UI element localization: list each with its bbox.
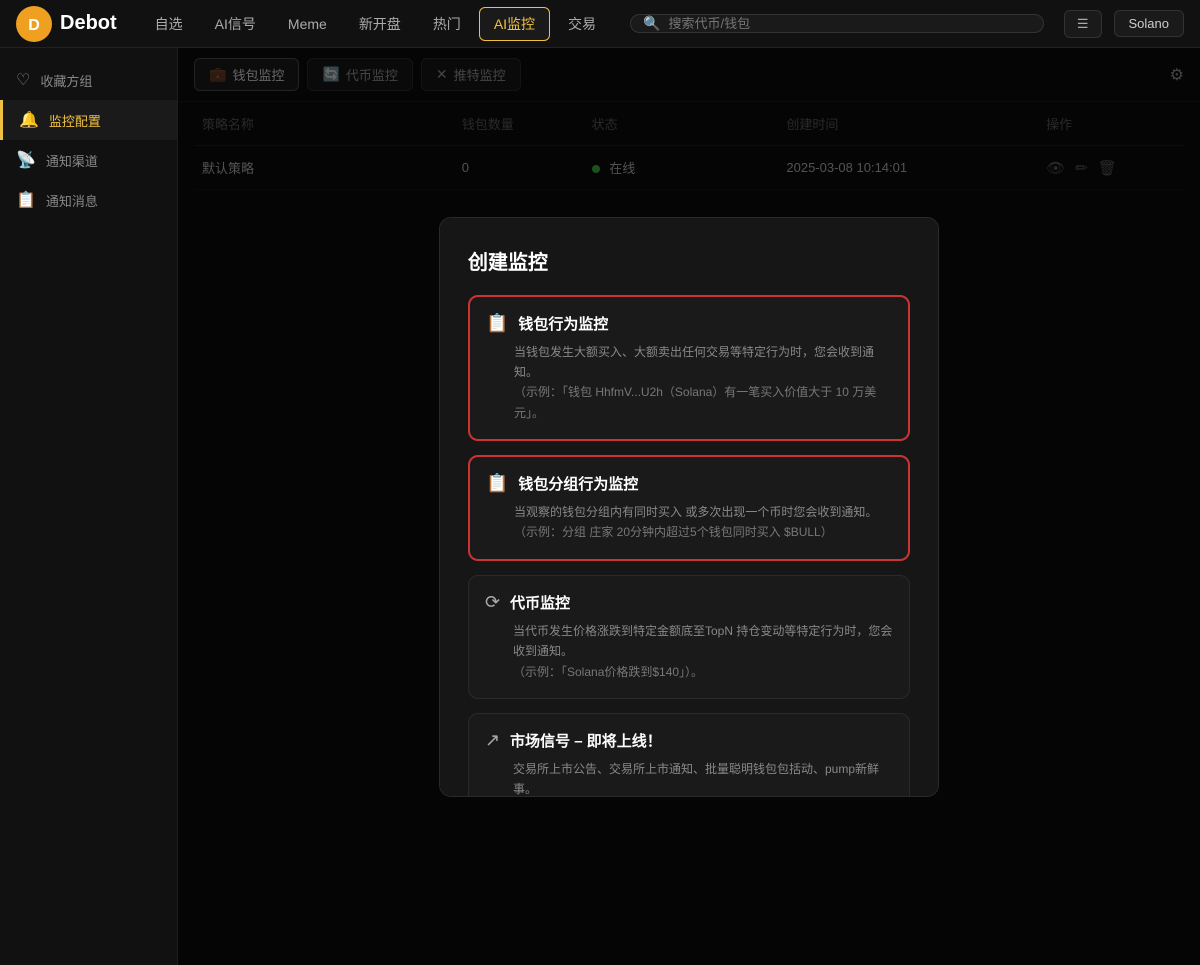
nav-remen[interactable]: 热门 — [419, 8, 475, 40]
message-icon: 📋 — [16, 190, 36, 210]
nav-xinkaipan[interactable]: 新开盘 — [345, 8, 415, 40]
search-input[interactable] — [668, 16, 1030, 31]
sidebar-label-tongzhixiaoxi: 通知消息 — [46, 191, 98, 210]
card-icon-3: ⟳ — [485, 592, 500, 613]
content: 💼 钱包监控 🔄 代币监控 ✕ 推特监控 ⚙ 策略名称 钱包数量 状态 创建时间… — [178, 48, 1200, 965]
sidebar-item-tongzhixiaoxi[interactable]: 📋 通知消息 — [0, 180, 177, 220]
topnav: D Debot 自选 AI信号 Meme 新开盘 热门 AI监控 交易 🔍 ☰ … — [0, 0, 1200, 48]
card-desc-4: 交易所上市公告、交易所上市通知、批量聪明钱包包括动、pump新鲜事。 — [485, 759, 893, 796]
card-title-3: 代币监控 — [510, 592, 570, 613]
card-daibi[interactable]: ⟳ 代币监控 当代币发生价格涨跌到特定金额底至TopN 持仓变动等特定行为时，您… — [468, 575, 910, 699]
card-icon-4: ↗ — [485, 730, 500, 751]
search-icon: 🔍 — [643, 15, 660, 32]
sidebar-label-tongzhi: 通知渠道 — [46, 151, 98, 170]
nav-jiaoy[interactable]: 交易 — [554, 8, 610, 40]
sidebar: ♡ 收藏方组 🔔 监控配置 📡 通知渠道 📋 通知消息 — [0, 48, 178, 965]
nav-aijiankong[interactable]: AI监控 — [479, 7, 550, 41]
modal-overlay: 创建监控 📋 钱包行为监控 当钱包发生大额买入、大额卖出任何交易等特定行为时，您… — [178, 48, 1200, 965]
topnav-right: ☰ Solano — [1064, 10, 1184, 38]
card-title-1: 钱包行为监控 — [518, 313, 608, 334]
card-qianbao-xingwei[interactable]: 📋 钱包行为监控 当钱包发生大额买入、大额卖出任何交易等特定行为时，您会收到通知… — [468, 295, 910, 442]
bell-icon: 🔔 — [19, 110, 39, 130]
sidebar-item-tongzhi[interactable]: 📡 通知渠道 — [0, 140, 177, 180]
card-desc-1: 当钱包发生大额买入、大额卖出任何交易等特定行为时，您会收到通知。 （示例：「钱包… — [486, 342, 892, 424]
sidebar-item-jiankong[interactable]: 🔔 监控配置 — [0, 100, 177, 140]
card-title-4: 市场信号 – 即将上线！ — [510, 730, 662, 751]
card-desc-2: 当观察的钱包分组内有同时买入 或多次出现一个币时您会收到通知。 （示例：分组 庄… — [486, 502, 892, 543]
search-bar: 🔍 — [630, 14, 1044, 33]
sidebar-item-zhanwei[interactable]: ♡ 收藏方组 — [0, 60, 177, 100]
card-shichang[interactable]: ↗ 市场信号 – 即将上线！ 交易所上市公告、交易所上市通知、批量聪明钱包包括动… — [468, 713, 910, 796]
svg-text:D: D — [28, 17, 40, 34]
card-desc-3: 当代币发生价格涨跌到特定金额底至TopN 持仓变动等特定行为时，您会收到通知。 … — [485, 621, 893, 682]
card-icon-1: 📋 — [486, 313, 508, 334]
logo: D Debot — [16, 6, 117, 42]
nav-ai[interactable]: AI信号 — [201, 8, 270, 40]
nav-meme[interactable]: Meme — [274, 10, 341, 38]
sidebar-label-jiankong: 监控配置 — [49, 111, 101, 130]
heart-icon: ♡ — [16, 70, 30, 90]
modal-box: 创建监控 📋 钱包行为监控 当钱包发生大额买入、大额卖出任何交易等特定行为时，您… — [439, 217, 939, 797]
main-layout: ♡ 收藏方组 🔔 监控配置 📡 通知渠道 📋 通知消息 💼 钱包监控 🔄 代币监… — [0, 48, 1200, 965]
card-title-2: 钱包分组行为监控 — [518, 473, 638, 494]
broadcast-icon: 📡 — [16, 150, 36, 170]
card-qianbao-fenzu[interactable]: 📋 钱包分组行为监控 当观察的钱包分组内有同时买入 或多次出现一个币时您会收到通… — [468, 455, 910, 561]
menu-button[interactable]: ☰ — [1064, 10, 1102, 38]
nav-zixuan[interactable]: 自选 — [141, 8, 197, 40]
card-icon-2: 📋 — [486, 473, 508, 494]
wallet-button[interactable]: Solano — [1114, 10, 1184, 37]
modal-title: 创建监控 — [468, 246, 910, 275]
sidebar-label-zhanwei: 收藏方组 — [40, 71, 92, 90]
logo-text: Debot — [60, 12, 117, 35]
logo-icon: D — [16, 6, 52, 42]
